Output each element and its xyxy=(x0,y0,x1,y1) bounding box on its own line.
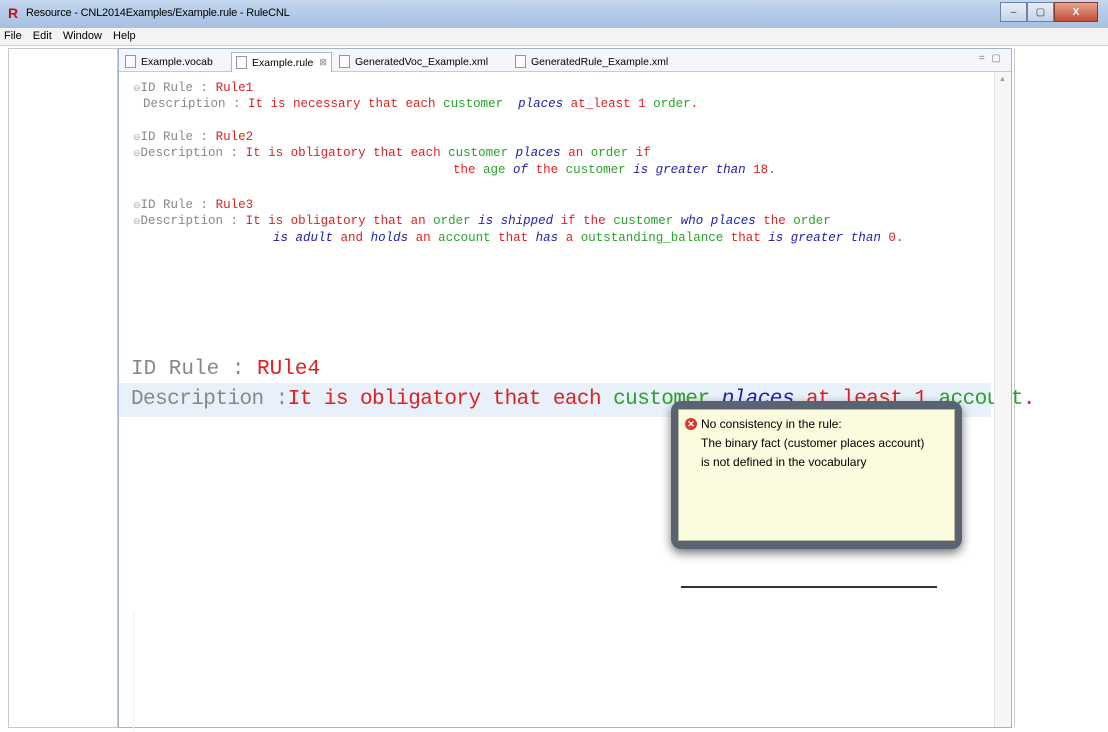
tab-label: Example.vocab xyxy=(141,55,213,68)
rule1-id-line: ⊖ID Rule : Rule1 xyxy=(133,81,254,95)
right-panel xyxy=(1014,48,1108,726)
file-icon xyxy=(236,56,247,69)
window-title: Resource - CNL2014Examples/Example.rule … xyxy=(26,7,290,19)
rule4-id: RUle4 xyxy=(257,358,321,381)
file-icon xyxy=(515,55,526,68)
fold-icon[interactable]: ⊖ xyxy=(133,217,141,227)
editor-tab-bar: Example.vocab Example.rule ⊠ GeneratedVo… xyxy=(119,49,1011,72)
tab-generatedrule[interactable]: GeneratedRule_Example.xml xyxy=(515,52,668,71)
tab-label: GeneratedRule_Example.xml xyxy=(531,55,669,68)
error-tooltip: ✕ No consistency in the rule: The binary… xyxy=(671,401,962,549)
rule2-description-cont: the age of the customer is greater than … xyxy=(453,163,776,177)
tab-close-icon[interactable]: ⊠ xyxy=(319,57,327,68)
vertical-scrollbar[interactable]: ▲ xyxy=(994,72,1011,727)
menu-window[interactable]: Window xyxy=(59,28,106,42)
fold-icon[interactable]: ⊖ xyxy=(133,149,141,159)
title-bar: R Resource - CNL2014Examples/Example.rul… xyxy=(0,0,1108,28)
minimize-button[interactable]: – xyxy=(1000,2,1027,22)
tab-example-rule[interactable]: Example.rule ⊠ xyxy=(231,52,332,72)
menu-help[interactable]: Help xyxy=(109,28,140,42)
menu-bar: File Edit Window Help xyxy=(0,28,1108,46)
tab-example-vocab[interactable]: Example.vocab xyxy=(125,52,213,71)
rule4-id-line: ID Rule : RUle4 xyxy=(131,358,321,381)
rule-editor: Example.vocab Example.rule ⊠ GeneratedVo… xyxy=(118,48,1036,732)
error-icon: ✕ xyxy=(685,418,697,430)
rule1-id: Rule1 xyxy=(215,81,254,95)
fold-icon[interactable]: ⊖ xyxy=(133,84,141,94)
rule3-description-line: ⊖Description : It is obligatory that an … xyxy=(133,214,831,228)
minimize-maximize-icon[interactable]: = ▢ xyxy=(979,53,1003,64)
tab-label: GeneratedVoc_Example.xml xyxy=(355,55,489,68)
rule2-id-line: ⊖ID Rule : Rule2 xyxy=(133,130,254,144)
rule3-id: Rule3 xyxy=(215,198,254,212)
file-icon xyxy=(125,55,136,68)
scroll-up-icon[interactable]: ▲ xyxy=(999,76,1006,83)
editor-content[interactable]: ⊖ID Rule : Rule1 Description : It is nec… xyxy=(119,72,1036,732)
tab-label: Example.rule xyxy=(252,56,314,69)
tooltip-line-1: No consistency in the rule: xyxy=(701,417,842,431)
tooltip-line-3: is not defined in the vocabulary xyxy=(701,455,867,469)
maximize-button[interactable]: ▢ xyxy=(1027,2,1054,22)
close-button[interactable]: X xyxy=(1054,2,1098,22)
window-controls: – ▢ X xyxy=(1000,2,1098,22)
tab-generatedvoc[interactable]: GeneratedVoc_Example.xml xyxy=(339,52,488,71)
rule3-id-line: ⊖ID Rule : Rule3 xyxy=(133,198,254,212)
rule2-id: Rule2 xyxy=(215,130,254,144)
tooltip-line-2: The binary fact (customer places account… xyxy=(701,436,925,450)
rule3-description-cont: is adult and holds an account that has a… xyxy=(273,231,904,245)
rule1-description-line: Description : It is necessary that each … xyxy=(143,97,699,111)
menu-edit[interactable]: Edit xyxy=(29,28,56,42)
divider-line xyxy=(681,586,937,588)
menu-file[interactable]: File xyxy=(0,28,26,42)
left-panel xyxy=(8,48,118,728)
rule2-description-line: ⊖Description : It is obligatory that eac… xyxy=(133,146,651,160)
app-icon: R xyxy=(8,5,19,21)
fold-icon[interactable]: ⊖ xyxy=(133,201,141,211)
editor-guide xyxy=(133,612,134,732)
fold-icon[interactable]: ⊖ xyxy=(133,133,141,143)
file-icon xyxy=(339,55,350,68)
error-tooltip-body: ✕ No consistency in the rule: The binary… xyxy=(678,409,955,541)
